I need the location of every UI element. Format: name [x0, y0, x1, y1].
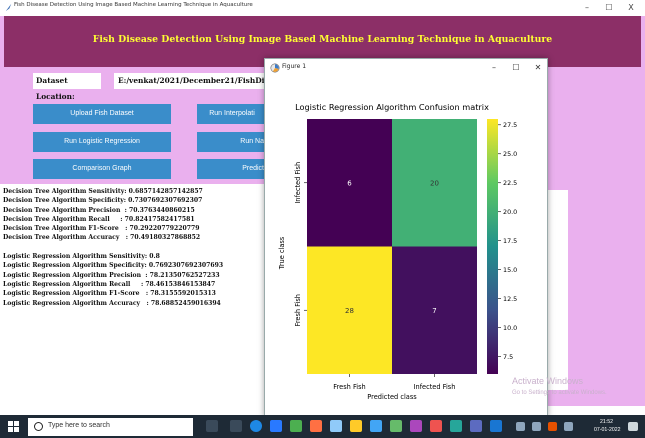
x-tick-label: Fresh Fish — [333, 383, 365, 391]
result-line: Logistic Regression Algorithm Sensitivit… — [3, 253, 160, 261]
dataset-location-field: E:/venkat/2021/December21/FishDisease/ — [114, 73, 266, 89]
app-icon[interactable] — [410, 420, 422, 432]
app-icon[interactable] — [330, 420, 342, 432]
app-icon[interactable] — [290, 420, 302, 432]
activate-windows-title: Activate Windows — [512, 376, 584, 386]
speaker-icon[interactable] — [564, 422, 573, 431]
cell-value-label: 6 — [347, 179, 352, 187]
colorbar-tick-label: 25.0 — [503, 150, 517, 158]
comparison-graph-button[interactable]: Comparison Graph — [33, 159, 171, 179]
run-naive-bayes-button[interactable]: Run Na — [197, 132, 267, 152]
result-line: Logistic Regression Algorithm F1-Score :… — [3, 290, 216, 298]
dataset-location-label: Dataset Location: — [33, 73, 101, 101]
predict-button[interactable]: Predict — [197, 159, 267, 179]
feather-icon — [5, 3, 12, 12]
result-line: Logistic Regression Algorithm Specificit… — [3, 262, 224, 270]
result-line: Decision Tree Algorithm Specificity: 0.7… — [3, 197, 203, 205]
minimize-button[interactable]: – — [578, 0, 596, 16]
cell-value-label: 7 — [432, 307, 436, 315]
app-icon[interactable] — [430, 420, 442, 432]
figure-title: Figure 1 — [282, 63, 307, 70]
result-line: Decision Tree Algorithm F1-Score : 70.29… — [3, 225, 200, 233]
chart-title: Logistic Regression Algorithm Confusion … — [295, 102, 489, 112]
result-line: Logistic Regression Algorithm Accuracy :… — [3, 299, 221, 307]
app-icon[interactable] — [390, 420, 402, 432]
run-interpolation-button[interactable]: Run Interpolati — [197, 104, 267, 124]
y-tick-label: Infected Fish — [294, 162, 302, 204]
window-titlebar: Fish Disease Detection Using Image Based… — [0, 0, 645, 16]
app-icon[interactable] — [370, 420, 382, 432]
confusion-matrix-chart: Logistic Regression Algorithm Confusion … — [278, 102, 517, 401]
result-line: Decision Tree Algorithm Recall : 70.8241… — [3, 215, 195, 223]
tray-app-icon[interactable] — [548, 422, 557, 431]
task-view-icon[interactable] — [230, 420, 242, 432]
result-line: Logistic Regression Algorithm Recall : 7… — [3, 280, 216, 288]
window-title: Fish Disease Detection Using Image Based… — [14, 2, 253, 8]
figure-titlebar: Figure 1 – ☐ ✕ — [265, 59, 547, 77]
colorbar-tick-label: 15.0 — [503, 266, 517, 274]
result-line: Logistic Regression Algorithm Precision … — [3, 271, 220, 279]
result-line: Decision Tree Algorithm Precision : 70.3… — [3, 206, 195, 214]
colorbar-tick-label: 20.0 — [503, 208, 517, 216]
search-icon — [34, 422, 43, 431]
microphone-icon[interactable] — [206, 420, 218, 432]
search-placeholder: Type here to search — [48, 422, 110, 429]
clock-time[interactable]: 21:52 — [600, 419, 613, 425]
maximize-button[interactable]: ☐ — [600, 0, 618, 16]
edge-browser-icon[interactable] — [250, 420, 262, 432]
close-button[interactable]: X — [622, 0, 640, 16]
x-axis-label: Predicted class — [367, 393, 417, 401]
store-icon[interactable] — [270, 420, 282, 432]
results-textarea[interactable]: Decision Tree Algorithm Sensitivity: 0.6… — [0, 184, 270, 406]
scrollbar-panel[interactable] — [546, 190, 568, 390]
notifications-icon[interactable] — [628, 422, 638, 431]
taskbar-search-box[interactable]: Type here to search — [28, 418, 193, 436]
taskbar: Type here to search 21:52 07-01-2022 — [0, 415, 645, 438]
run-logistic-regression-button[interactable]: Run Logistic Regression — [33, 132, 171, 152]
colorbar-tick-label: 12.5 — [503, 295, 517, 303]
figure-icon — [270, 63, 280, 73]
colorbar-tick-label: 22.5 — [503, 179, 517, 187]
volume-icon[interactable] — [532, 422, 541, 431]
result-line: Decision Tree Algorithm Accuracy : 70.49… — [3, 234, 201, 242]
colorbar — [487, 119, 498, 374]
app-icon[interactable] — [310, 420, 322, 432]
figure-close-button[interactable]: ✕ — [529, 60, 547, 76]
activate-windows-subtitle: Go to Settings to activate Windows. — [512, 390, 607, 396]
cell-value-label: 20 — [430, 179, 439, 187]
network-icon[interactable] — [516, 422, 525, 431]
x-tick-label: Infected Fish — [414, 383, 456, 391]
colorbar-tick-label: 10.0 — [503, 324, 517, 332]
colorbar-tick-label: 27.5 — [503, 121, 517, 129]
figure-window: Figure 1 – ☐ ✕ Logistic Regression Algor… — [264, 58, 548, 418]
figure-minimize-button[interactable]: – — [485, 60, 503, 76]
y-tick-label: Fresh Fish — [294, 294, 302, 326]
result-line: Decision Tree Algorithm Sensitivity: 0.6… — [3, 188, 203, 195]
clock-date[interactable]: 07-01-2022 — [594, 427, 621, 433]
app-icon[interactable] — [470, 420, 482, 432]
cell-value-label: 28 — [345, 307, 354, 315]
colorbar-tick-label: 17.5 — [503, 237, 517, 245]
app-icon[interactable] — [490, 420, 502, 432]
app-title: Fish Disease Detection Using Image Based… — [92, 34, 553, 45]
colorbar-tick-label: 7.5 — [503, 353, 513, 361]
file-explorer-icon[interactable] — [350, 420, 362, 432]
figure-maximize-button[interactable]: ☐ — [507, 60, 525, 76]
windows-start-icon[interactable] — [8, 421, 19, 432]
y-axis-label: True class — [278, 236, 286, 270]
upload-fish-dataset-button[interactable]: Upload Fish Dataset — [33, 104, 171, 124]
app-icon[interactable] — [450, 420, 462, 432]
